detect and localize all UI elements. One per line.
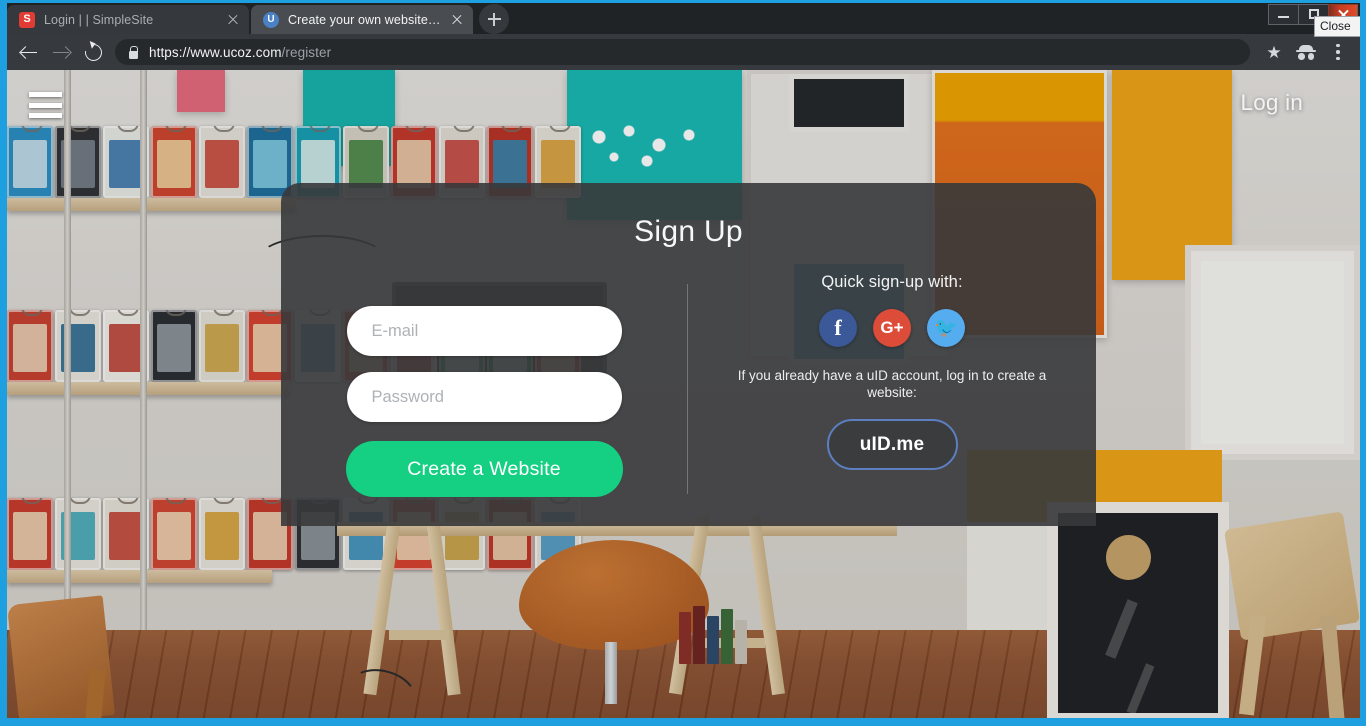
- bookmark-button[interactable]: ★: [1258, 36, 1290, 68]
- uid-me-button[interactable]: uID.me: [826, 419, 958, 470]
- tab-title: Login | | SimpleSite: [44, 12, 154, 27]
- close-icon[interactable]: [225, 12, 241, 28]
- close-tooltip: Close: [1314, 16, 1366, 37]
- address-bar[interactable]: https://www.ucoz.com/register: [115, 39, 1250, 65]
- minimize-button[interactable]: [1268, 3, 1298, 25]
- tab-strip: S Login | | SimpleSite U Create your own…: [7, 3, 1360, 34]
- window-border-bottom: [0, 718, 1366, 726]
- tab-simplesite[interactable]: S Login | | SimpleSite: [7, 5, 249, 34]
- password-field[interactable]: [346, 372, 622, 422]
- back-arrow-icon: [20, 44, 38, 61]
- new-tab-button[interactable]: [479, 4, 509, 34]
- window-border-right: [1360, 0, 1366, 726]
- reload-button[interactable]: [77, 36, 109, 68]
- page-title: Sign Up: [634, 215, 743, 248]
- forward-button[interactable]: [45, 36, 77, 68]
- signup-card-body: Create a Website Quick sign-up with: f G…: [281, 271, 1096, 506]
- forward-arrow-icon: [52, 44, 70, 61]
- social-buttons-row: f G+ 🐦: [819, 309, 965, 347]
- url-path: /register: [281, 44, 332, 60]
- kebab-menu-icon: [1336, 43, 1340, 61]
- quick-signup-column: Quick sign-up with: f G+ 🐦 If you alread…: [688, 271, 1096, 506]
- google-plus-icon[interactable]: G+: [873, 309, 911, 347]
- tab-ucoz[interactable]: U Create your own website - uCoz: [251, 5, 473, 34]
- url-domain: https://www.ucoz.com: [149, 44, 282, 60]
- hamburger-menu-icon[interactable]: [29, 92, 62, 118]
- uid-note: If you already have a uID account, log i…: [737, 368, 1047, 400]
- menu-button[interactable]: [1322, 36, 1354, 68]
- create-website-button[interactable]: Create a Website: [345, 441, 623, 497]
- incognito-button[interactable]: [1290, 36, 1322, 68]
- facebook-icon[interactable]: f: [819, 309, 857, 347]
- twitter-icon[interactable]: 🐦: [927, 309, 965, 347]
- window-border-top: [0, 0, 1366, 3]
- page-viewport: Log in Sign Up Create a Website Quick si…: [7, 70, 1360, 718]
- star-icon: ★: [1266, 42, 1282, 62]
- simplesite-favicon-icon: S: [19, 11, 35, 28]
- ucoz-favicon-icon: U: [263, 11, 279, 28]
- login-link[interactable]: Log in: [1240, 90, 1303, 116]
- signup-form-column: Create a Website: [281, 271, 687, 506]
- lock-icon: [127, 45, 138, 59]
- window-border-left: [0, 0, 7, 726]
- url-text: https://www.ucoz.com/register: [149, 45, 331, 60]
- email-field[interactable]: [346, 306, 622, 356]
- tab-title: Create your own website - uCoz: [288, 12, 443, 27]
- incognito-icon: [1296, 44, 1316, 60]
- signup-card: Sign Up Create a Website Quick sign-up w…: [281, 183, 1096, 526]
- quick-signup-label: Quick sign-up with:: [821, 273, 963, 291]
- browser-toolbar: https://www.ucoz.com/register ★: [7, 34, 1360, 70]
- browser-window: S Login | | SimpleSite U Create your own…: [0, 0, 1366, 726]
- back-button[interactable]: [13, 36, 45, 68]
- reload-icon: [81, 40, 105, 64]
- close-icon[interactable]: [449, 12, 465, 28]
